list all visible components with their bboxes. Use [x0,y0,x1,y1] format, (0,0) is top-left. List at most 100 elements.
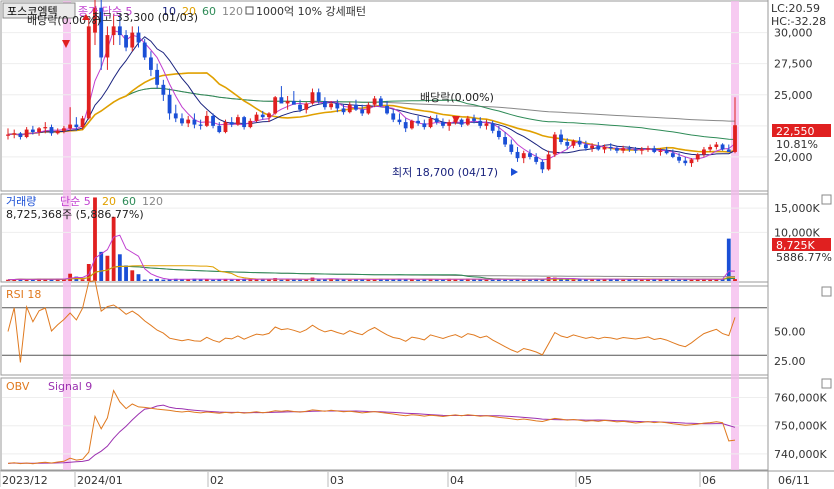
low-label: 최저 18,700 (04/17) [392,166,498,179]
candle [161,84,166,95]
candle [472,118,476,121]
volume-bar [639,279,644,281]
candle [180,118,184,124]
volume-bar [621,279,626,281]
volume-bar [149,279,153,281]
candle [223,122,228,133]
candle [273,97,278,114]
candle [136,32,141,43]
candle [714,144,719,147]
candle [279,97,284,104]
legend-ma60: 60 [202,5,216,18]
candle [459,119,464,125]
x-tick-label: 2024/01 [77,474,123,487]
candle [490,123,495,131]
candle [285,100,290,104]
candle [720,144,725,150]
candle [652,148,657,152]
stock-chart[interactable]: 30,000 27,500 25,000 20,000 15,000K 10,000K 50… [0,0,834,489]
volume-bar [733,279,737,281]
rsi-tick-label: 25.00 [774,355,806,368]
last-change: 10.81% [776,138,818,151]
candle [198,124,203,126]
candle [6,134,10,136]
rsi-tick-label: 50.00 [774,326,806,339]
candle [695,154,700,160]
obv-panel[interactable] [0,377,769,471]
legend-vol-ma120: 120 [142,195,163,208]
candle [80,118,85,128]
volume-bar [161,279,166,281]
volume-bar [403,279,408,281]
volume-tick-label: 10,000K [774,226,820,239]
candle [149,57,153,70]
obv-panel-toggle-button[interactable] [821,378,832,389]
x-tick-label: 06 [702,474,716,487]
x-tick-label: 05 [578,474,592,487]
volume-bar [434,279,439,281]
price-tick-label: 30,000 [774,27,813,40]
candle [192,119,197,125]
candle [702,149,706,155]
price-tick-label: 25,000 [774,89,813,102]
candle [322,100,327,108]
candle [12,133,17,135]
volume-bar [80,279,85,281]
candle [173,113,178,119]
candle [590,145,594,149]
candle [117,26,122,36]
x-tick-label: 06/11 [778,474,810,487]
candle [229,122,234,125]
volume-bar [105,255,110,281]
volume-bar [211,279,215,281]
candle [204,115,209,126]
candle [105,35,110,58]
legend-rsi: RSI 18 [6,288,41,301]
hc-value: HC:-32.28 [771,15,826,28]
candle [615,148,619,151]
volume-bar [347,279,352,281]
volume-bar [68,273,73,281]
candle [403,122,408,129]
candle [627,148,632,150]
legend-vol-ma60: 60 [122,195,136,208]
volume-bar [117,254,122,281]
candle [378,98,383,106]
legend-obv: OBV [6,380,30,393]
candle [608,146,613,149]
rsi-panel[interactable] [0,285,769,376]
volume-bar [198,279,203,281]
candle [565,142,570,146]
candle [708,146,713,150]
candle [683,160,688,164]
candle [726,149,731,152]
candle [441,122,445,126]
candle [260,114,265,118]
volume-tick-label: 15,000K [774,202,820,215]
price-panel[interactable] [0,0,769,192]
candle [291,100,296,105]
highlight-bar-dividend [63,1,71,470]
candle [621,148,626,151]
volume-bar [708,279,713,281]
volume-panel-toggle-button[interactable] [821,194,832,205]
volume-bar [484,279,489,281]
candle [248,120,253,128]
volume-bar [571,279,576,281]
volume-bar [155,278,160,281]
candle [55,130,60,134]
candle [677,156,681,161]
candle [49,127,54,134]
volume-bar [142,279,147,281]
volume-bar [366,279,371,281]
candle [354,104,358,110]
candle [316,92,321,101]
candle [521,153,526,159]
rsi-panel-toggle-button[interactable] [821,286,832,297]
candle [304,103,309,110]
candle [335,103,340,109]
last-volume-pct: 5886.77% [776,251,832,264]
candle [397,119,402,123]
volume-bar [608,279,613,281]
candle [534,156,539,162]
